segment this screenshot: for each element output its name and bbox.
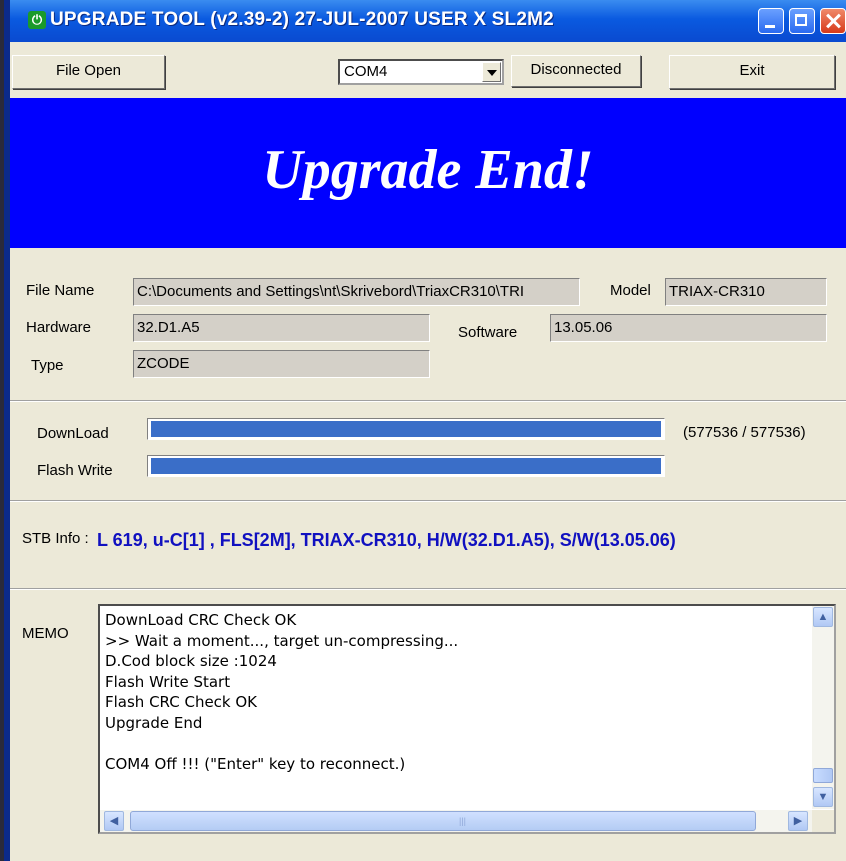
maximize-button[interactable] — [789, 8, 815, 34]
memo-label: MEMO — [22, 625, 69, 642]
memo-line — [105, 733, 458, 754]
memo-text: DownLoad CRC Check OK >> Wait a moment...… — [105, 610, 458, 774]
scroll-corner — [812, 810, 834, 832]
download-count: (577536 / 577536) — [683, 424, 806, 441]
file-name-field: C:\Documents and Settings\nt\Skrivebord\… — [133, 278, 580, 306]
memo-line: DownLoad CRC Check OK — [105, 611, 297, 629]
stb-info-value: L 619, u-C[1] , FLS[2M], TRIAX-CR310, H/… — [97, 530, 676, 550]
status-banner: Upgrade End! — [10, 98, 846, 248]
close-button[interactable] — [820, 8, 846, 34]
scroll-up-icon[interactable]: ▲ — [813, 607, 833, 627]
download-progress-fill — [151, 421, 661, 437]
title-bar[interactable]: ⏻ UPGRADE TOOL (v2.39-2) 27-JUL-2007 USE… — [10, 0, 846, 42]
divider — [10, 588, 846, 590]
flash-write-progress-bar — [147, 455, 665, 477]
scroll-left-icon[interactable]: ◀ — [104, 811, 124, 831]
power-icon: ⏻ — [28, 11, 46, 29]
type-field: ZCODE — [133, 350, 430, 378]
file-name-label: File Name — [26, 282, 95, 299]
type-label: Type — [31, 357, 64, 374]
file-open-button[interactable]: File Open — [12, 55, 165, 89]
divider — [10, 500, 846, 502]
software-field: 13.05.06 — [550, 314, 827, 342]
memo-line: Flash CRC Check OK — [105, 693, 258, 711]
memo-line: >> Wait a moment..., target un-compressi… — [105, 631, 459, 650]
memo-textarea[interactable]: DownLoad CRC Check OK >> Wait a moment...… — [98, 604, 836, 834]
chevron-down-icon[interactable] — [482, 62, 501, 82]
vertical-scroll-thumb[interactable] — [813, 768, 833, 783]
scroll-down-icon[interactable]: ▼ — [813, 787, 833, 807]
horizontal-scrollbar[interactable]: ◀ ||| ▶ — [100, 810, 812, 832]
port-select-value: COM4 — [344, 63, 388, 80]
port-select[interactable]: COM4 — [338, 59, 504, 85]
scroll-right-icon[interactable]: ▶ — [788, 811, 808, 831]
memo-line: COM4 Off !!! ("Enter" key to reconnect.) — [105, 754, 406, 773]
vertical-scrollbar[interactable]: ▲ ▼ — [812, 606, 834, 809]
grip-icon: ||| — [459, 816, 467, 826]
memo-line: D.Cod block size :1024 — [105, 652, 277, 670]
download-progress-bar — [147, 418, 665, 440]
banner-text: Upgrade End! — [262, 139, 594, 201]
memo-line: Upgrade End — [105, 713, 203, 732]
download-label: DownLoad — [37, 425, 109, 442]
divider — [10, 400, 846, 402]
exit-button[interactable]: Exit — [669, 55, 835, 89]
connection-button[interactable]: Disconnected — [511, 55, 641, 87]
flash-write-progress-fill — [151, 458, 661, 474]
hardware-label: Hardware — [26, 319, 92, 336]
stb-info-label: STB Info : — [22, 530, 89, 547]
model-label: Model — [610, 282, 651, 299]
software-label: Software — [458, 324, 518, 341]
hardware-field: 32.D1.A5 — [133, 314, 430, 342]
model-field: TRIAX-CR310 — [665, 278, 827, 306]
upgrade-tool-window: ⏻ UPGRADE TOOL (v2.39-2) 27-JUL-2007 USE… — [0, 0, 846, 861]
window-title: UPGRADE TOOL (v2.39-2) 27-JUL-2007 USER … — [50, 9, 554, 30]
minimize-button[interactable] — [758, 8, 784, 34]
horizontal-scroll-thumb[interactable]: ||| — [130, 811, 756, 831]
memo-line: Flash Write Start — [105, 672, 231, 691]
flash-write-label: Flash Write — [37, 462, 113, 479]
